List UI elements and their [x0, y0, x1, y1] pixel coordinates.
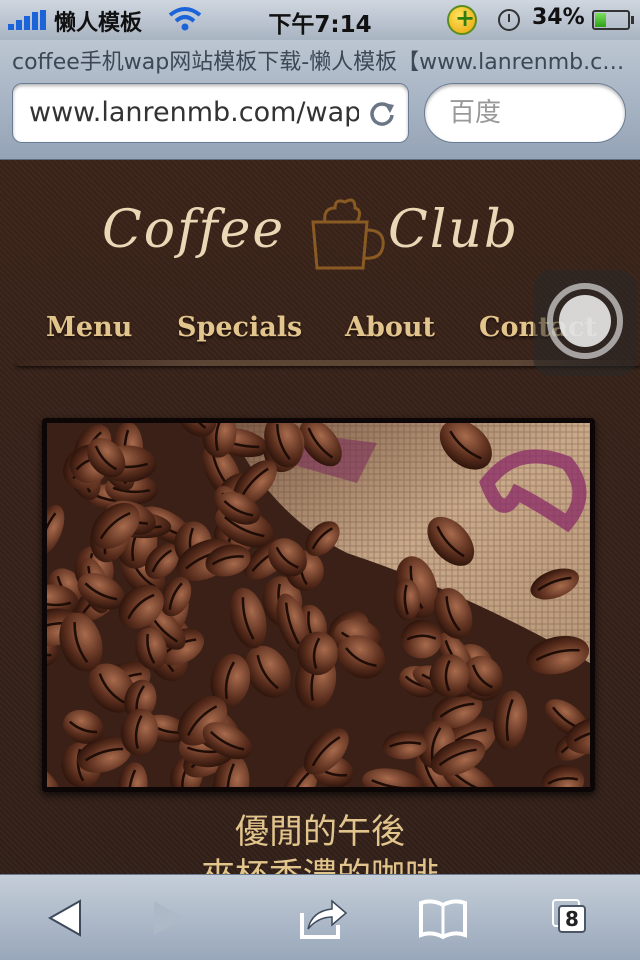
logo-word-club: Club	[388, 200, 520, 260]
app-notification-icon	[447, 4, 477, 35]
nav-menu[interactable]: Menu	[46, 312, 132, 343]
battery-percent: 34%	[532, 5, 585, 30]
bottom-toolbar: 8	[0, 874, 640, 960]
back-icon[interactable]	[44, 895, 94, 941]
url-text[interactable]: www.lanrenmb.com/wap	[29, 97, 359, 128]
share-icon[interactable]	[298, 895, 348, 941]
coffee-cup-icon	[311, 198, 385, 270]
nav-about[interactable]: About	[345, 312, 435, 343]
hero-image	[42, 418, 595, 792]
status-bar: 懒人模板 下午7:14 34%	[0, 0, 640, 40]
hero-caption: 優閒的午後 來杯香濃的咖啡	[0, 810, 640, 874]
tabs-icon[interactable]: 8	[548, 895, 598, 941]
reload-icon[interactable]	[368, 99, 396, 127]
assistive-touch-icon	[547, 283, 623, 359]
caption-line-2: 來杯香濃的咖啡	[0, 854, 640, 874]
page-title: coffee手机wap网站模板下载-懒人模板【www.lanrenmb.com】	[12, 50, 628, 75]
address-bar[interactable]: www.lanrenmb.com/wap	[12, 83, 409, 143]
coffee-beans-photo	[47, 423, 590, 787]
alarm-clock-icon	[498, 9, 520, 31]
search-field[interactable]	[424, 83, 626, 143]
battery-icon	[592, 10, 634, 30]
browser-toolbar: coffee手机wap网站模板下载-懒人模板【www.lanrenmb.com】…	[0, 40, 640, 160]
search-input[interactable]	[449, 98, 609, 128]
web-page: Coffee Club Menu Specials About Contact	[0, 160, 640, 874]
logo-word-coffee: Coffee	[102, 200, 286, 260]
assistive-touch-button[interactable]	[533, 270, 637, 376]
caption-line-1: 優閒的午後	[235, 812, 405, 852]
site-logo[interactable]: Coffee Club	[0, 198, 640, 280]
nav-specials[interactable]: Specials	[177, 312, 302, 343]
bookmarks-icon[interactable]	[418, 895, 468, 941]
forward-icon[interactable]	[146, 895, 196, 941]
tab-count: 8	[558, 905, 586, 933]
